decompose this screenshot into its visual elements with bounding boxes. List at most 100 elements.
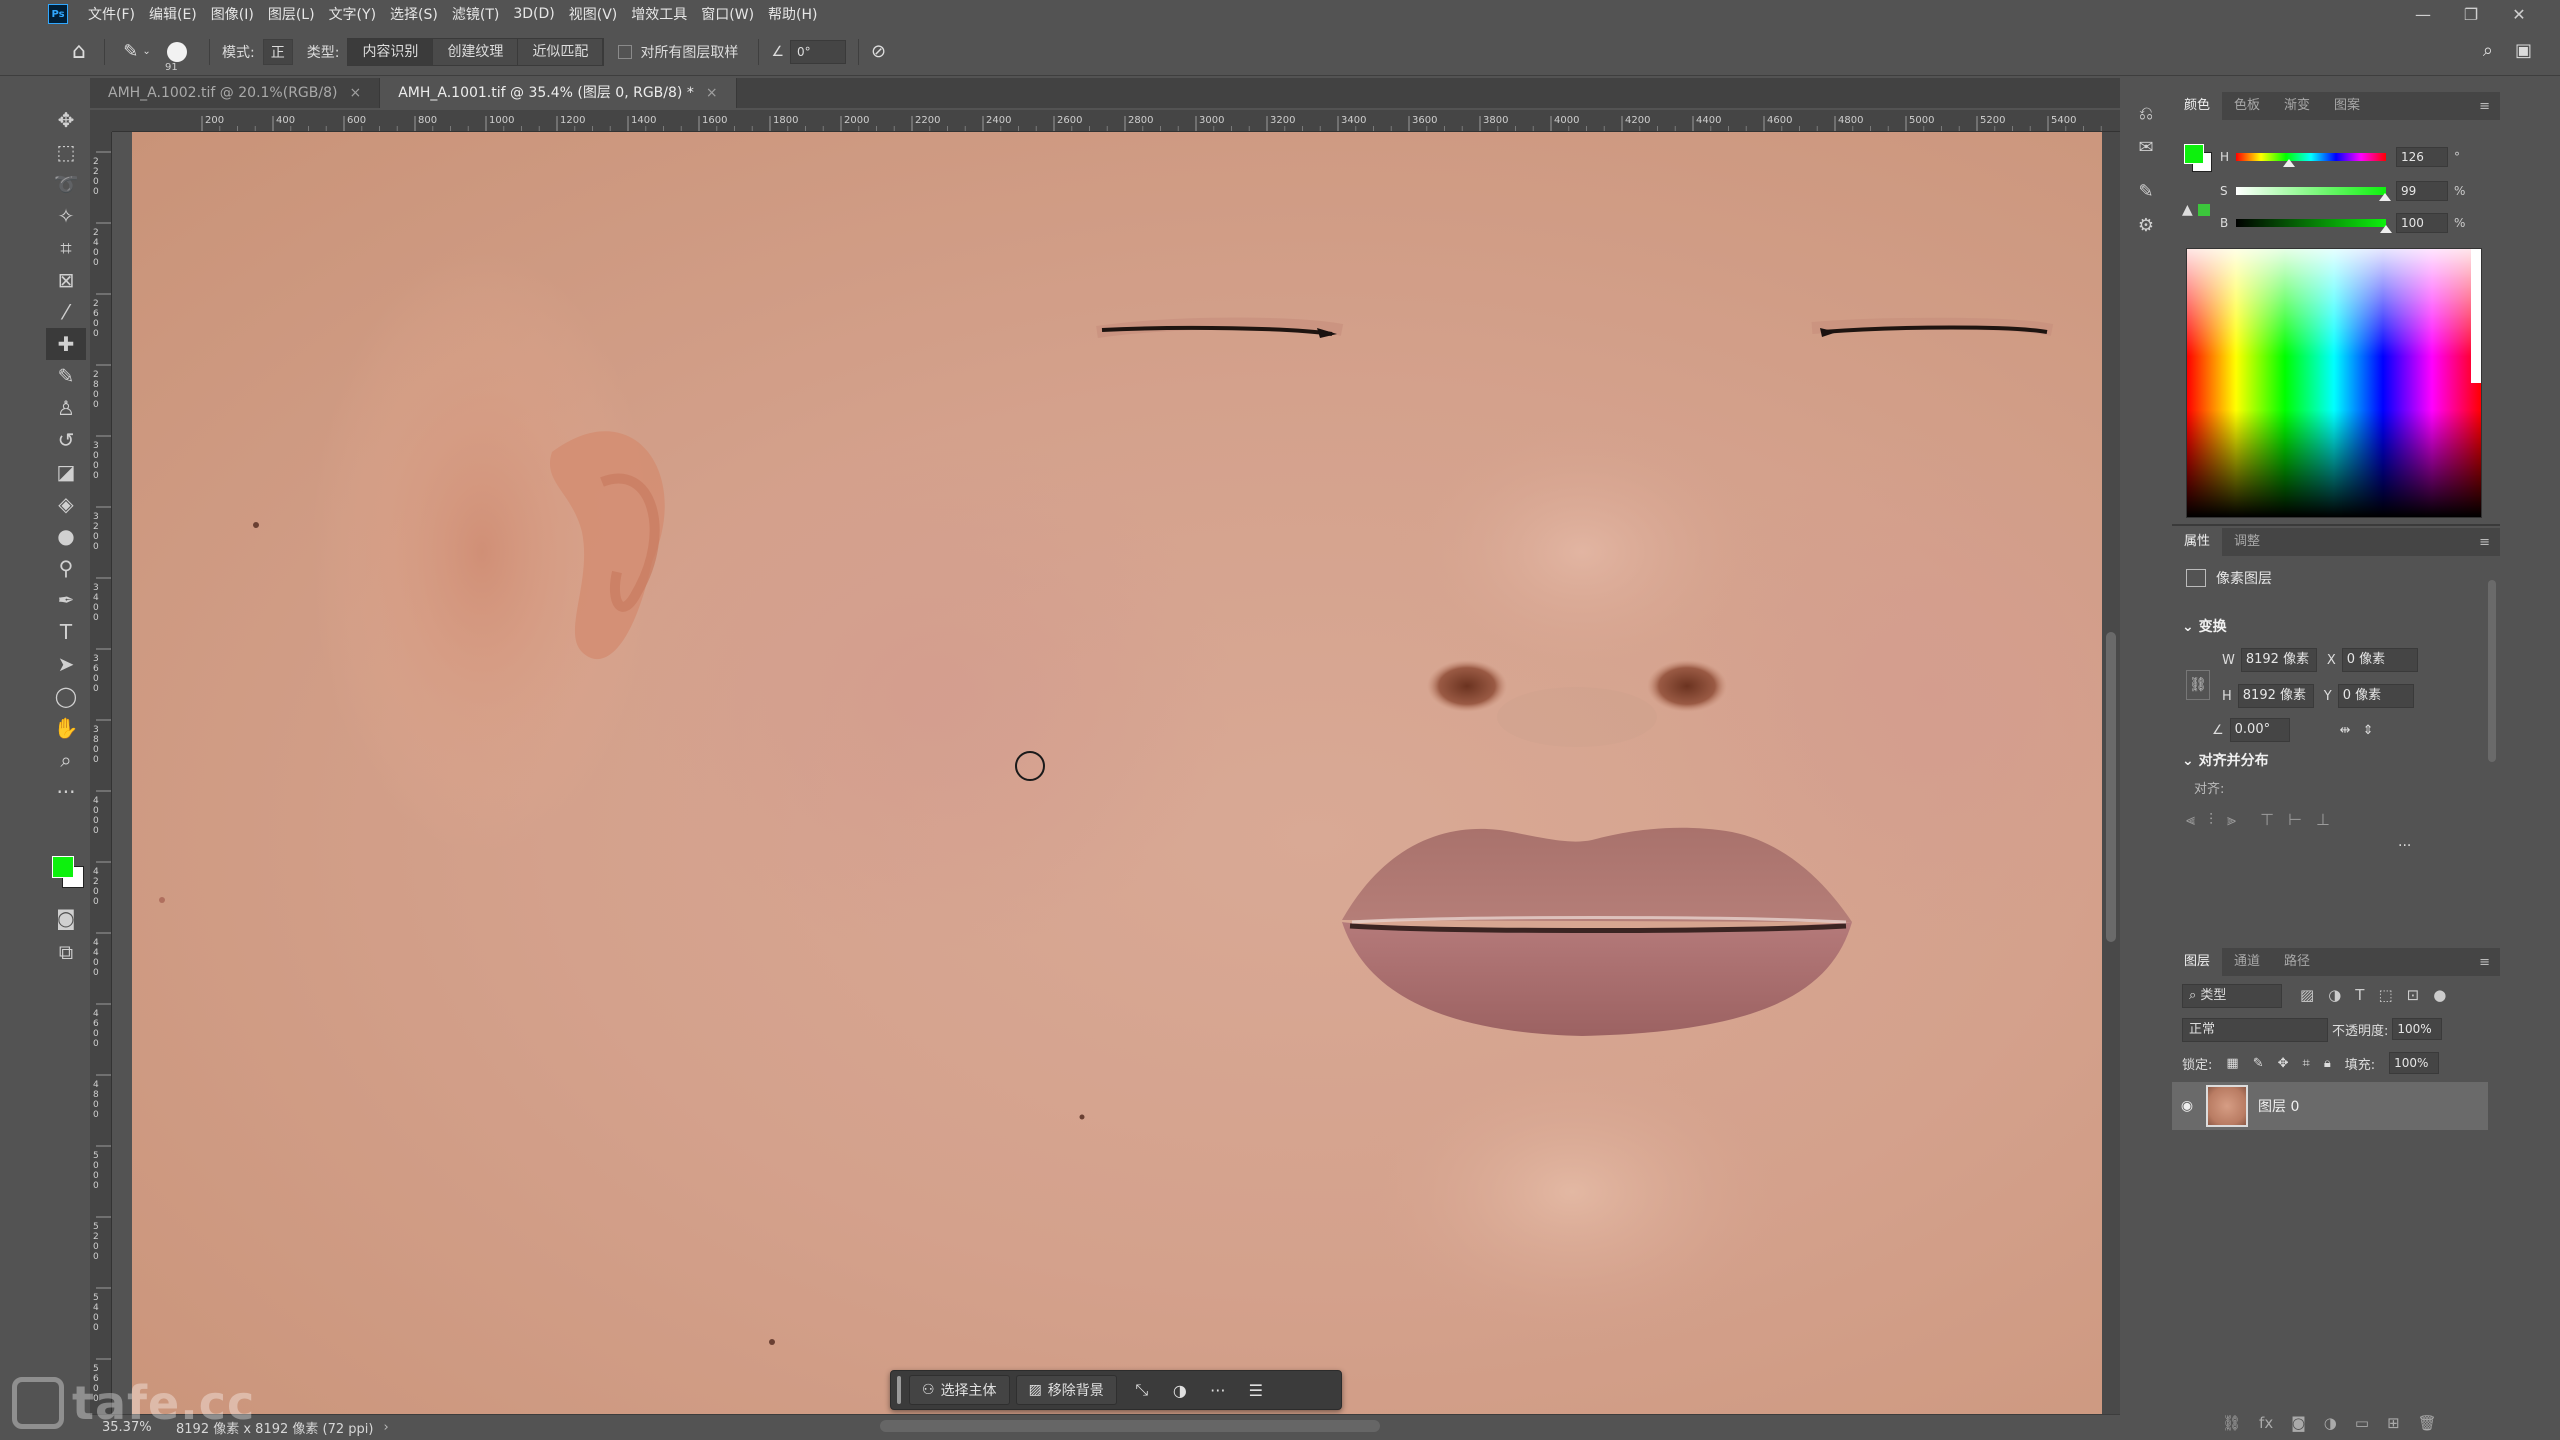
y-field[interactable]: 0 像素 xyxy=(2337,684,2414,708)
history-brush-tool-icon[interactable]: ↺ xyxy=(46,424,86,456)
pen-tool-icon[interactable]: ✒ xyxy=(46,584,86,616)
delete-layer-icon[interactable]: 🗑︎ xyxy=(2418,1414,2437,1432)
lock-artboard-icon[interactable]: ⌗ xyxy=(2303,1056,2310,1071)
canvas[interactable] xyxy=(132,132,2102,1414)
path-selection-tool-icon[interactable]: ➤ xyxy=(46,648,86,680)
select-subject-button[interactable]: ⚇ 选择主体 xyxy=(909,1375,1010,1405)
restore-button[interactable]: ❐ xyxy=(2458,5,2484,24)
angle-field[interactable]: 0.00° xyxy=(2229,718,2290,742)
layer-name[interactable]: 图层 0 xyxy=(2258,1096,2299,1116)
close-tab-icon[interactable]: × xyxy=(706,85,718,101)
workspace-icon[interactable]: ▣ xyxy=(2515,40,2532,61)
layer-style-icon[interactable]: fx xyxy=(2259,1414,2273,1432)
brightness-slider[interactable] xyxy=(2236,219,2392,233)
visibility-eye-icon[interactable]: ◉ xyxy=(2172,1098,2202,1114)
comments-panel-icon[interactable]: ✉ xyxy=(2124,130,2168,164)
blend-mode-select[interactable]: 正常 xyxy=(2182,1018,2328,1042)
dodge-tool-icon[interactable]: ⚲ xyxy=(46,552,86,584)
type-create-texture-button[interactable]: 创建纹理 xyxy=(433,38,519,65)
tab-channels[interactable]: 通道 xyxy=(2222,948,2272,976)
lock-image-icon[interactable]: ✎ xyxy=(2253,1056,2264,1071)
filter-pixel-icon[interactable]: ▨ xyxy=(2300,986,2314,1004)
saturation-slider-thumb[interactable] xyxy=(2378,193,2391,201)
transform-section-title[interactable]: ⌄ 变换 xyxy=(2182,616,2227,636)
task-bar-settings-icon[interactable]: ☰ xyxy=(1237,1375,1275,1405)
zoom-tool-icon[interactable]: ⌕ xyxy=(46,744,86,776)
tab-adjustments[interactable]: 调整 xyxy=(2222,528,2272,556)
filter-type-icon[interactable]: T xyxy=(2355,986,2364,1004)
tab-swatches[interactable]: 色板 xyxy=(2222,92,2272,120)
new-adjustment-icon[interactable]: ◑ xyxy=(2324,1414,2337,1432)
brush-settings-icon[interactable]: ✎ xyxy=(2124,174,2168,208)
hue-slider[interactable] xyxy=(2236,153,2386,167)
healing-brush-tool-icon[interactable]: ✚ xyxy=(46,328,86,360)
fill-field[interactable]: 100% xyxy=(2389,1052,2440,1074)
search-icon[interactable]: ⌕ xyxy=(2483,40,2493,61)
vertical-scrollbar[interactable] xyxy=(2102,132,2120,1414)
magic-wand-tool-icon[interactable]: ✧ xyxy=(46,200,86,232)
spectrum-white-swatch[interactable] xyxy=(2471,249,2481,383)
tab-layers[interactable]: 图层 xyxy=(2172,948,2223,976)
menu-view[interactable]: 视图(V) xyxy=(569,4,618,24)
quick-mask-icon[interactable]: ◙ xyxy=(46,902,86,934)
filter-adjustment-icon[interactable]: ◑ xyxy=(2328,986,2341,1004)
mode-select[interactable]: 正 xyxy=(262,38,293,65)
foreground-color-swatch[interactable] xyxy=(52,856,74,878)
clone-stamp-tool-icon[interactable]: ♙ xyxy=(46,392,86,424)
menu-select[interactable]: 选择(S) xyxy=(390,4,438,24)
task-bar-drag-handle[interactable] xyxy=(897,1376,901,1404)
move-tool-icon[interactable]: ✥ xyxy=(46,104,86,136)
type-tool-icon[interactable]: T xyxy=(46,616,86,648)
x-field[interactable]: 0 像素 xyxy=(2341,648,2418,672)
angle-input[interactable]: 0° xyxy=(790,39,846,64)
align-center-h-icon[interactable]: ⫶ xyxy=(2209,810,2213,830)
brush-size-picker[interactable]: 91 xyxy=(157,37,197,73)
close-tab-icon[interactable]: × xyxy=(349,85,361,101)
menu-plugins[interactable]: 增效工具 xyxy=(631,4,687,24)
paint-bucket-tool-icon[interactable]: ◈ xyxy=(46,488,86,520)
tab-amh-a-1001[interactable]: AMH_A.1001.tif @ 35.4% (图层 0, RGB/8) * × xyxy=(380,78,737,108)
frame-tool-icon[interactable]: ⊠ xyxy=(46,264,86,296)
menu-help[interactable]: 帮助(H) xyxy=(768,4,817,24)
properties-scrollbar[interactable] xyxy=(2488,580,2496,762)
menu-image[interactable]: 图像(I) xyxy=(211,4,254,24)
align-left-icon[interactable]: ⫷ xyxy=(2186,810,2195,830)
menu-window[interactable]: 窗口(W) xyxy=(701,4,754,24)
adjustment-icon[interactable]: ◑ xyxy=(1161,1375,1199,1405)
transform-icon[interactable]: ⤡ xyxy=(1123,1375,1161,1405)
tool-preset-picker[interactable]: ✎ ⌄ xyxy=(117,37,157,67)
pressure-size-icon[interactable]: ⊘ xyxy=(871,41,886,62)
horizontal-ruler[interactable]: 200 400 600 800 1000 1200 1400 1600 1800 2000 2200… xyxy=(112,110,2120,132)
link-layers-icon[interactable]: ⛓ xyxy=(2222,1414,2241,1432)
add-mask-icon[interactable]: ◙ xyxy=(2291,1414,2306,1432)
lock-all-icon[interactable]: 🔒︎ xyxy=(2324,1056,2331,1071)
layer-row[interactable]: ◉ 图层 0 xyxy=(2172,1082,2488,1130)
more-options-icon[interactable]: ··· xyxy=(1199,1375,1237,1405)
tab-paths[interactable]: 路径 xyxy=(2272,948,2322,976)
type-content-aware-button[interactable]: 内容识别 xyxy=(348,38,434,65)
align-top-icon[interactable]: ⊤ xyxy=(2260,810,2274,830)
menu-layer[interactable]: 图层(L) xyxy=(268,4,315,24)
link-dimensions-icon[interactable]: ⛓ xyxy=(2186,670,2210,700)
height-field[interactable]: 8192 像素 xyxy=(2237,684,2314,708)
tab-amh-a-1002[interactable]: AMH_A.1002.tif @ 20.1%(RGB/8) × xyxy=(90,78,381,108)
blur-tool-icon[interactable]: ● xyxy=(46,520,86,552)
panel-menu-icon[interactable]: ≡ xyxy=(2479,955,2490,970)
saturation-slider[interactable] xyxy=(2236,187,2391,201)
sample-all-layers-checkbox[interactable] xyxy=(618,44,633,59)
status-menu-arrow[interactable]: › xyxy=(383,1420,388,1435)
brush-tool-icon[interactable]: ✎ xyxy=(46,360,86,392)
hand-tool-icon[interactable]: ✋ xyxy=(46,712,86,744)
tab-gradients[interactable]: 渐变 xyxy=(2272,92,2322,120)
filter-shape-icon[interactable]: ⬚ xyxy=(2378,986,2392,1004)
tab-color[interactable]: 颜色 xyxy=(2172,92,2223,120)
adjustments-panel-icon[interactable]: ⚙ xyxy=(2124,208,2168,242)
screen-mode-icon[interactable]: ⧉ xyxy=(46,936,86,968)
align-section-title[interactable]: ⌄ 对齐并分布 xyxy=(2182,750,2269,770)
tab-properties[interactable]: 属性 xyxy=(2172,528,2223,556)
hue-slider-thumb[interactable] xyxy=(2282,159,2295,167)
more-tools-icon[interactable]: ··· xyxy=(46,776,86,808)
vertical-ruler[interactable]: 2200240026002800300032003400360038004000… xyxy=(90,132,112,1414)
marquee-tool-icon[interactable]: ⬚ xyxy=(46,136,86,168)
eraser-tool-icon[interactable]: ◪ xyxy=(46,456,86,488)
